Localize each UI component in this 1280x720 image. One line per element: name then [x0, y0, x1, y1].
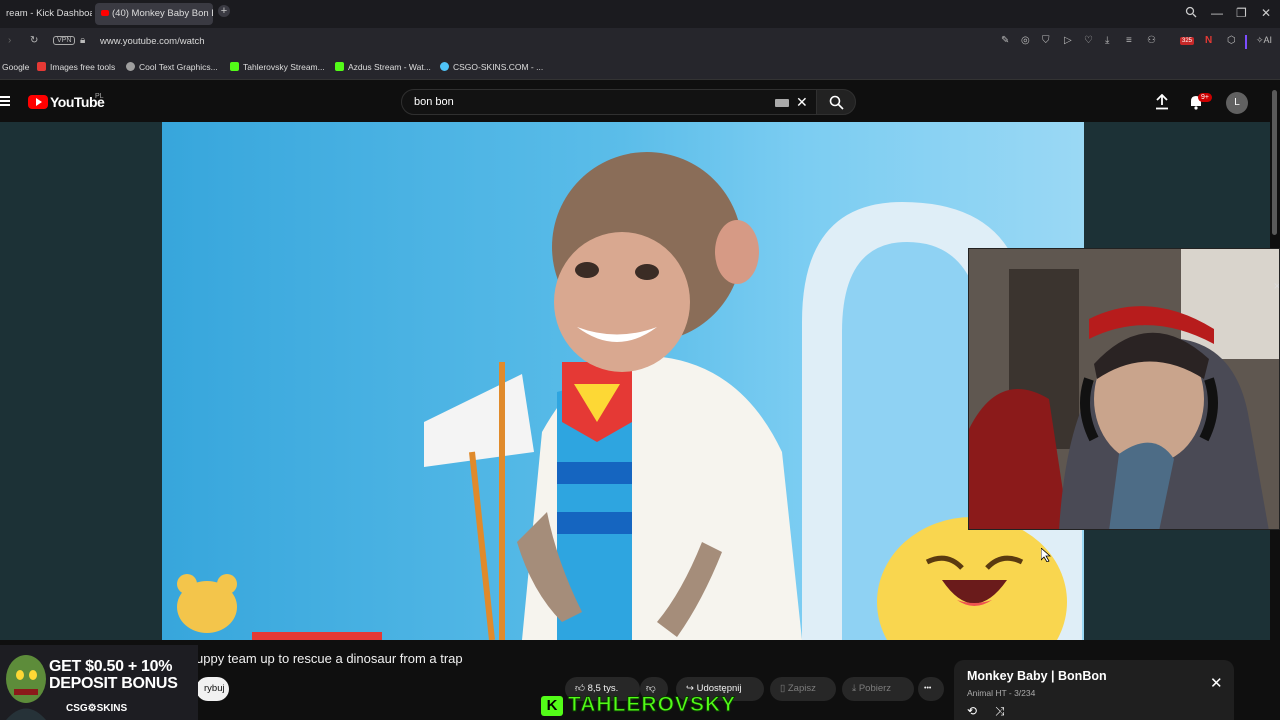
save-button[interactable]: ▯ Zapisz: [770, 677, 836, 701]
playlist-subtitle: Animal HT - 3/234: [967, 688, 1036, 698]
bookmark-google[interactable]: Google: [2, 62, 29, 72]
profile-icon[interactable]: ⚇: [1147, 35, 1156, 46]
plus-icon: +: [220, 5, 228, 17]
bookmark-icon: ▯: [780, 683, 786, 694]
download-label: Pobierz: [858, 683, 892, 694]
address-bar[interactable]: www.youtube.com/watch: [100, 36, 205, 47]
bookmark-azdus-stream[interactable]: Azdus Stream - Wat...: [335, 62, 431, 72]
download-button[interactable]: ⤓ Pobierz: [842, 677, 914, 701]
download-icon: ⤓: [852, 683, 857, 694]
scrollbar-thumb[interactable]: [1272, 90, 1277, 235]
svg-text:×: ×: [1273, 281, 1280, 292]
ambient-left-pane: [0, 122, 162, 640]
kick-icon: [230, 62, 239, 71]
upload-icon[interactable]: [1155, 93, 1169, 115]
edit-icon[interactable]: ✎: [1001, 35, 1009, 46]
extension-badge[interactable]: 325: [1180, 37, 1195, 45]
playlist-title[interactable]: Monkey Baby | BonBon: [967, 669, 1107, 683]
sidebar-divider: [1245, 35, 1247, 49]
keyboard-icon[interactable]: [775, 99, 789, 107]
shield-icon[interactable]: ⛉: [1042, 35, 1050, 46]
video-title: uppy team up to rescue a dinosaur from a…: [196, 651, 463, 666]
bookmark-label: Tahlerovsky Stream...: [243, 62, 325, 72]
search-button[interactable]: [816, 89, 856, 115]
ai-label: AI: [1263, 35, 1273, 45]
heart-icon[interactable]: ♡: [1084, 35, 1093, 46]
close-playlist-icon[interactable]: ✕: [1210, 674, 1223, 692]
notifications-badge: 9+: [1198, 93, 1212, 102]
streamer-webcam: ×: [968, 248, 1280, 530]
browser-tab-strip: ream - Kick Dashboard (40) Monkey Baby B…: [0, 0, 1280, 28]
hamburger-menu-icon[interactable]: [0, 96, 10, 106]
vpn-badge[interactable]: VPN: [53, 36, 76, 45]
video-player[interactable]: [162, 122, 1084, 640]
video-frame-illustration: [177, 152, 1082, 640]
loop-icon[interactable]: ⟲: [967, 704, 977, 718]
tab-youtube-video[interactable]: (40) Monkey Baby Bon Bo: [95, 3, 213, 25]
more-actions-button[interactable]: •••: [918, 677, 944, 701]
youtube-tab-icon: [101, 10, 109, 16]
ai-button[interactable]: ✧AI: [1256, 35, 1272, 46]
bookmark-cool-text[interactable]: Cool Text Graphics...: [126, 62, 218, 72]
zombie-mascot-icon: [6, 655, 46, 720]
bookmark-label: Azdus Stream - Wat...: [348, 62, 431, 72]
ai-icon: ✧: [1256, 35, 1264, 45]
ad-headline: GET $0.50 + 10%: [49, 658, 173, 675]
bookmark-label: Images free tools: [50, 62, 116, 72]
search-box[interactable]: bon bon ✕: [401, 89, 818, 115]
forward-icon[interactable]: ›: [8, 35, 11, 46]
subscribe-button[interactable]: rybuj: [196, 677, 229, 701]
search-icon: [829, 95, 844, 110]
tab-label: (40) Monkey Baby Bon Bo: [112, 8, 213, 19]
reload-icon[interactable]: ↻: [30, 35, 38, 46]
search-input[interactable]: bon bon: [414, 96, 454, 108]
save-label: Zapisz: [787, 683, 816, 694]
extension-n-icon[interactable]: N: [1205, 35, 1212, 46]
minimize-button[interactable]: —: [1211, 6, 1223, 20]
kick-badge-icon: K: [541, 696, 563, 716]
bookmarks-bar: Google Images free tools Cool Text Graph…: [0, 56, 1280, 80]
bookmark-csgo-skins[interactable]: CSGO-SKINS.COM - ...: [440, 62, 543, 72]
tab-kick-dashboard[interactable]: ream - Kick Dashboard: [0, 3, 92, 25]
shuffle-icon[interactable]: ⤨: [995, 704, 1005, 719]
tab-search-icon[interactable]: [1185, 6, 1197, 21]
bookmark-icon: [440, 62, 449, 71]
bookmark-label: Cool Text Graphics...: [139, 62, 218, 72]
avatar[interactable]: L: [1226, 92, 1248, 114]
bookmark-images-free-tools[interactable]: Images free tools: [37, 62, 115, 72]
youtube-logo-icon[interactable]: [28, 95, 48, 109]
mouse-cursor-icon: [1040, 547, 1052, 567]
extension-cube-icon[interactable]: ⬡: [1227, 35, 1236, 46]
bookmark-tahlerovsky-stream[interactable]: Tahlerovsky Stream...: [230, 62, 325, 72]
webcam-illustration: ×: [969, 249, 1280, 529]
download-icon[interactable]: ⤓: [1105, 35, 1109, 46]
kick-icon: [335, 62, 344, 71]
camera-icon[interactable]: ◎: [1021, 35, 1030, 46]
maximize-button[interactable]: ❐: [1236, 6, 1247, 20]
new-tab-button[interactable]: +: [218, 5, 230, 17]
bookmark-label: CSGO-SKINS.COM - ...: [453, 62, 544, 72]
tab-label: ream - Kick Dashboard: [6, 8, 92, 19]
menu-icon[interactable]: ≡: [1126, 35, 1132, 46]
bookmark-icon: [37, 62, 46, 71]
lock-icon[interactable]: 🔒︎: [80, 35, 85, 46]
bookmark-label: Google: [2, 62, 30, 72]
browser-navbar: › ↻ VPN 🔒︎ www.youtube.com/watch ✎ ◎ ⛉ ▷…: [0, 28, 1280, 56]
ad-subheadline: DEPOSIT BONUS: [49, 675, 178, 692]
region-label: PL: [95, 93, 104, 100]
play-icon[interactable]: ▷: [1064, 35, 1072, 46]
close-window-button[interactable]: ✕: [1261, 6, 1271, 20]
clear-search-icon[interactable]: ✕: [796, 94, 808, 111]
bookmark-icon: [126, 62, 135, 71]
streamer-name: TAHLEROVSKY: [567, 693, 737, 717]
ad-brand-logo: CSG⚙SKINS: [66, 703, 128, 714]
